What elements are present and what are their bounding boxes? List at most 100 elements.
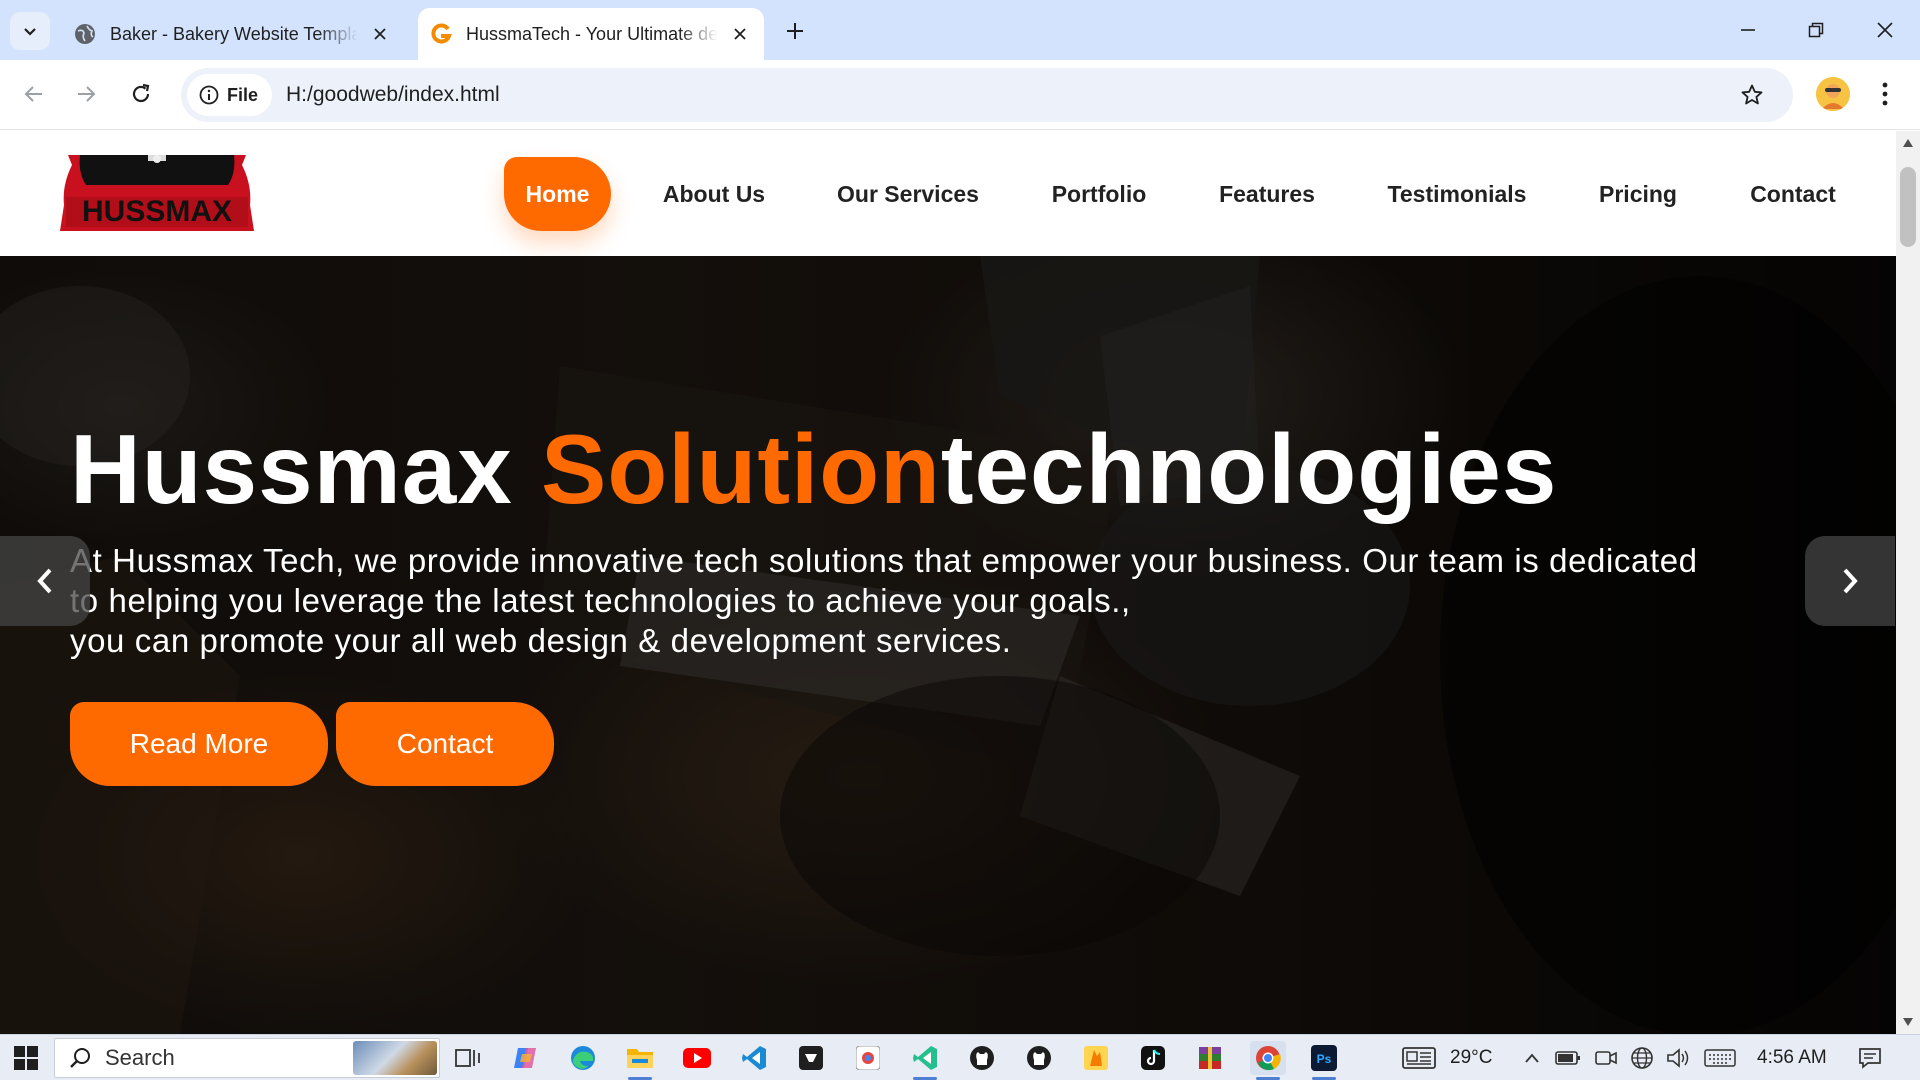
hero-carousel: Hussmax Solutiontechnologies At Hussmax … (0, 256, 1896, 1034)
volume-icon[interactable] (1664, 1041, 1692, 1075)
close-tab-icon[interactable] (726, 20, 754, 48)
url-text[interactable]: H:/goodweb/index.html (286, 83, 500, 107)
edge-browser-icon[interactable] (565, 1041, 601, 1075)
show-hidden-icons-chevron-up-icon[interactable] (1520, 1041, 1544, 1075)
hero-text-line2: to helping you leverage the latest techn… (70, 582, 1131, 619)
browser-menu-button[interactable] (1870, 74, 1900, 114)
tab-search-button[interactable] (10, 12, 50, 50)
nav-about-us[interactable]: About Us (652, 157, 776, 231)
hero-description: At Hussmax Tech, we provide innovative t… (70, 541, 1790, 661)
triangle-up-icon (1903, 139, 1913, 147)
site-header: HUSSMAX Home About Us Our Services Portf… (0, 131, 1896, 256)
taskbar-search-label: Search (105, 1045, 175, 1070)
nav-contact[interactable]: Contact (1745, 157, 1841, 231)
tab-hussmatech[interactable]: HussmaTech - Your Ultimate destination (418, 8, 764, 60)
site-logo[interactable]: HUSSMAX (58, 155, 256, 231)
nav-portfolio[interactable]: Portfolio (1045, 157, 1153, 231)
minimize-button[interactable] (1718, 8, 1778, 52)
read-more-button[interactable]: Read More (70, 702, 328, 786)
arrow-right-icon (78, 86, 96, 102)
nav-testimonials[interactable]: Testimonials (1383, 157, 1531, 231)
globe-icon (74, 23, 96, 45)
nav-features[interactable]: Features (1212, 157, 1322, 231)
clock-time[interactable]: 4:56 AM (1757, 1047, 1827, 1069)
more-vertical-icon (1882, 82, 1888, 106)
chrome-icon[interactable] (1250, 1041, 1286, 1080)
camera-icon[interactable] (1592, 1041, 1620, 1075)
github-icon[interactable] (1021, 1041, 1057, 1075)
arrow-left-icon (24, 86, 42, 102)
minimize-icon (1741, 29, 1755, 31)
carousel-prev-button[interactable] (0, 536, 90, 626)
star-icon (1741, 84, 1763, 105)
hero-title-accent: Solution (541, 414, 941, 524)
windows-taskbar: Search Ps 29°C 4:56 AM (0, 1034, 1920, 1080)
hussmatech-favicon-icon (430, 23, 452, 45)
app-puzzle-icon[interactable] (850, 1041, 886, 1075)
hero-text-line3: you can promote your all web design & de… (70, 622, 1012, 659)
nav-our-services[interactable]: Our Services (830, 157, 986, 231)
hero-title: Hussmax Solutiontechnologies (70, 413, 1557, 526)
page-scrollbar[interactable] (1896, 131, 1920, 1034)
chevron-right-icon (1843, 568, 1858, 594)
restore-icon (1808, 22, 1824, 38)
news-widget-icon[interactable] (1400, 1041, 1438, 1075)
github-desktop-icon[interactable] (964, 1041, 1000, 1075)
avatar-icon (1816, 77, 1850, 111)
reload-button[interactable] (121, 74, 161, 114)
battery-icon[interactable] (1554, 1041, 1582, 1075)
vscode-icon[interactable] (736, 1041, 772, 1075)
restore-button[interactable] (1786, 8, 1846, 52)
photoshop-icon[interactable]: Ps (1306, 1041, 1342, 1080)
scroll-thumb[interactable] (1900, 167, 1916, 247)
hero-text-line1: At Hussmax Tech, we provide innovative t… (70, 542, 1698, 579)
file-explorer-icon[interactable] (622, 1041, 658, 1080)
keyboard-icon[interactable] (1702, 1041, 1738, 1075)
profile-avatar[interactable] (1816, 77, 1850, 111)
search-highlight-image (353, 1041, 437, 1075)
close-icon (1877, 22, 1893, 38)
youtube-icon[interactable] (679, 1041, 715, 1075)
hero-title-part2: technologies (940, 414, 1558, 524)
info-icon (199, 85, 219, 105)
hero-title-part1: Hussmax (70, 414, 542, 524)
site-chip-label: File (227, 84, 259, 105)
back-button[interactable] (14, 74, 54, 114)
search-icon (70, 1048, 90, 1068)
carousel-next-button[interactable] (1805, 536, 1895, 626)
close-tab-icon[interactable] (366, 20, 394, 48)
chevron-left-icon (37, 568, 52, 594)
tab-title: Baker - Bakery Website Template (110, 23, 358, 45)
bookmark-button[interactable] (1737, 80, 1767, 110)
reload-icon (132, 83, 150, 103)
nav-home[interactable]: Home (504, 157, 611, 231)
page-viewport: HUSSMAX Home About Us Our Services Portf… (0, 131, 1896, 1034)
task-view-icon[interactable] (450, 1041, 486, 1075)
tab-title: HussmaTech - Your Ultimate destination (466, 23, 718, 45)
scroll-up-arrow[interactable] (1896, 133, 1920, 153)
new-tab-button[interactable] (778, 14, 812, 48)
forward-button[interactable] (66, 74, 106, 114)
hero-contact-button[interactable]: Contact (336, 702, 554, 786)
triangle-down-icon (1903, 1018, 1913, 1026)
close-window-button[interactable] (1855, 8, 1915, 52)
visual-studio-code-insiders-icon[interactable] (907, 1041, 943, 1080)
taskbar-search-box[interactable]: Search (54, 1038, 440, 1078)
chevron-down-icon (24, 28, 36, 36)
tab-baker[interactable]: Baker - Bakery Website Template (62, 8, 404, 60)
winrar-icon[interactable] (1192, 1041, 1228, 1075)
copilot-icon[interactable] (508, 1041, 544, 1075)
plus-icon (787, 23, 803, 39)
scroll-down-arrow[interactable] (1896, 1012, 1920, 1032)
firebase-icon[interactable] (1078, 1041, 1114, 1075)
start-button[interactable] (0, 1035, 52, 1081)
svg-text:Ps: Ps (1317, 1052, 1332, 1066)
notification-center-icon[interactable] (1852, 1041, 1888, 1075)
tiktok-icon[interactable] (1135, 1041, 1171, 1075)
app-dark-icon[interactable] (793, 1041, 829, 1075)
address-bar[interactable]: File H:/goodweb/index.html (181, 68, 1793, 122)
network-globe-icon[interactable] (1628, 1041, 1656, 1075)
weather-temperature[interactable]: 29°C (1450, 1047, 1492, 1069)
site-info-chip[interactable]: File (187, 74, 273, 116)
nav-pricing[interactable]: Pricing (1592, 157, 1684, 231)
